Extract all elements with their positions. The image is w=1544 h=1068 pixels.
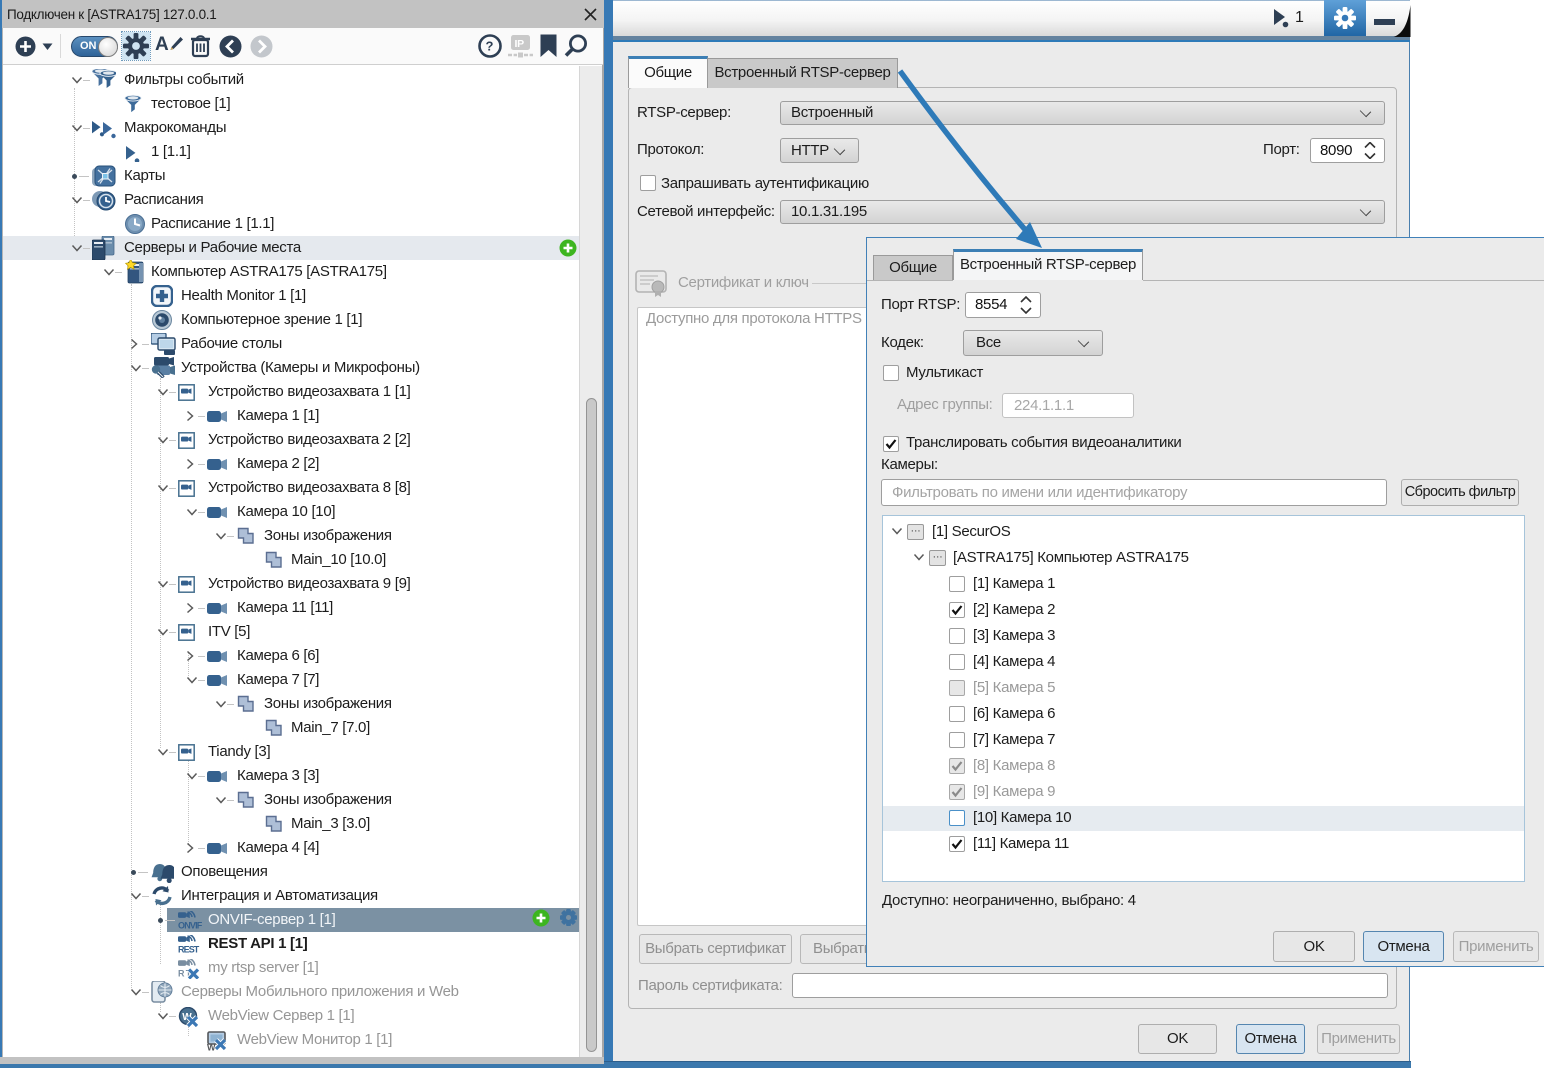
svg-text:W: W — [207, 1043, 216, 1052]
svg-text:REST: REST — [178, 945, 200, 955]
svg-text:ONVIF: ONVIF — [178, 921, 203, 931]
svg-text:IP: IP — [515, 38, 525, 50]
svg-text:?: ? — [486, 39, 494, 54]
